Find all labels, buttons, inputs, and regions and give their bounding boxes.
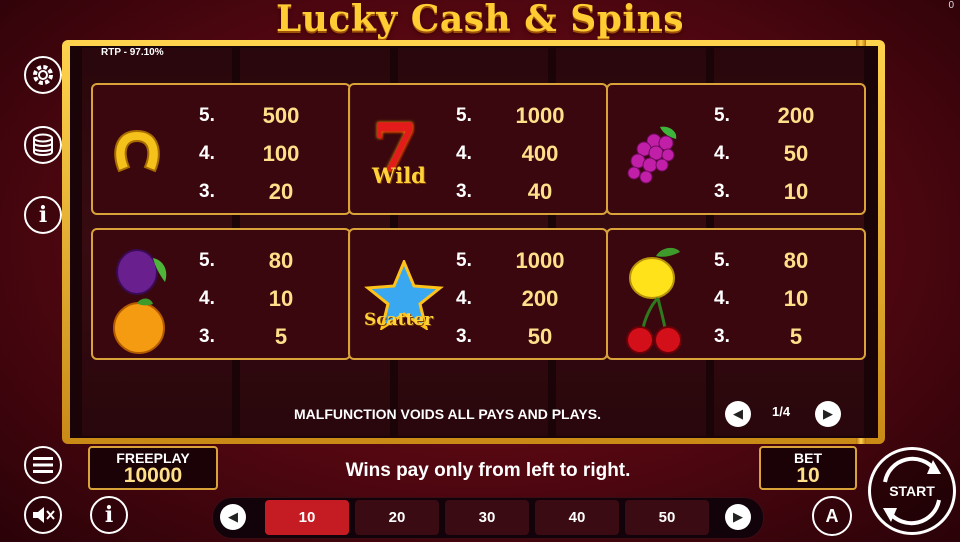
wild-label: Wild: [372, 163, 426, 188]
pay-value: 80: [783, 248, 809, 273]
pay-value: 20: [268, 179, 294, 204]
pay-count: 3.: [199, 326, 215, 347]
settings-button[interactable]: [24, 56, 62, 94]
bet-option[interactable]: 50: [625, 500, 709, 535]
bet-box: BET 10: [759, 446, 857, 490]
pay-count: 4.: [714, 143, 730, 164]
sound-toggle-button[interactable]: [24, 496, 62, 534]
game-title: Lucky Cash & Spins: [275, 0, 685, 40]
pay-value: 5: [789, 324, 803, 349]
pay-value: 100: [262, 141, 300, 166]
pay-value: 50: [783, 141, 809, 166]
pay-value: 40: [527, 179, 553, 204]
bet-option[interactable]: 20: [355, 500, 439, 535]
info-icon: i: [38, 202, 48, 228]
paytable-card-horseshoe: 5. 500 4. 100 3. 20: [91, 83, 351, 215]
gear-icon: [33, 65, 53, 85]
info-button[interactable]: i: [24, 196, 62, 234]
bet-option[interactable]: 40: [535, 500, 619, 535]
paytable-card-lemon-cherries: 5. 80 4. 10 3. 5: [606, 228, 866, 360]
start-label: START: [889, 483, 935, 499]
malfunction-disclaimer: MALFUNCTION VOIDS ALL PAYS AND PLAYS.: [294, 406, 601, 422]
pay-count: 4.: [714, 288, 730, 309]
prev-page-button[interactable]: ◀: [725, 401, 751, 427]
next-page-button[interactable]: ▶: [815, 401, 841, 427]
pay-count: 3.: [199, 181, 215, 202]
pay-value: 200: [777, 103, 815, 128]
pay-value: 5: [274, 324, 288, 349]
info-icon: i: [104, 502, 114, 528]
scatter-label: Scatter: [364, 310, 434, 330]
pay-count: 5.: [456, 105, 472, 126]
pay-value: 200: [521, 286, 559, 311]
pay-value: 10: [268, 286, 294, 311]
autoplay-label: A: [825, 505, 839, 526]
pay-count: 3.: [456, 181, 472, 202]
pay-count: 5.: [456, 250, 472, 271]
paytable-card-plum-orange: 5. 80 4. 10 3. 5: [91, 228, 351, 360]
wins-note: Wins pay only from left to right.: [345, 460, 631, 481]
pay-value: 10: [783, 179, 809, 204]
orange-icon: [113, 298, 165, 354]
grapes-icon: [627, 126, 677, 184]
bet-decrease-button[interactable]: ◀: [220, 504, 246, 530]
corner-counter: 0: [948, 0, 954, 11]
chevron-left-icon: ◀: [733, 406, 743, 421]
pay-count: 5.: [714, 250, 730, 271]
start-button[interactable]: START: [868, 447, 956, 535]
paytable-info-button[interactable]: i: [90, 496, 128, 534]
pay-value: 10: [783, 286, 809, 311]
pay-count: 4.: [199, 143, 215, 164]
pay-count: 3.: [714, 326, 730, 347]
chevron-right-icon: ▶: [823, 406, 833, 421]
paytable-card-wild: 7 Wild 5. 1000 4. 400 3. 40: [348, 83, 608, 215]
bet-value: 10: [796, 464, 820, 487]
freeplay-box: FREEPLAY 10000: [88, 446, 218, 490]
coin-stack-icon: [33, 133, 53, 156]
page-indicator: 1/4: [772, 404, 791, 419]
pay-value: 1000: [515, 103, 565, 128]
pay-value: 500: [262, 103, 300, 128]
bet-option[interactable]: 30: [445, 500, 529, 535]
paytable-card-scatter: Scatter 5. 1000 4. 200 3. 50: [348, 228, 608, 360]
paytable-card-grapes: 5. 200 4. 50 3. 10: [606, 83, 866, 215]
pay-count: 5.: [199, 105, 215, 126]
bet-option[interactable]: 10: [265, 500, 349, 535]
pay-count: 4.: [199, 288, 215, 309]
chevron-left-icon: ◀: [228, 509, 238, 524]
pay-count: 4.: [456, 143, 472, 164]
pay-value: 80: [268, 248, 294, 273]
chevron-right-icon: ▶: [733, 509, 743, 524]
pay-value: 400: [521, 141, 559, 166]
horseshoe-icon: [114, 129, 160, 173]
menu-button[interactable]: [24, 446, 62, 484]
pay-value: 50: [527, 324, 553, 349]
sound-muted-icon: [33, 507, 55, 523]
bet-increase-button[interactable]: ▶: [725, 504, 751, 530]
cherries-icon: [626, 296, 682, 354]
pay-count: 3.: [714, 181, 730, 202]
pay-count: 4.: [456, 288, 472, 309]
pay-count: 5.: [199, 250, 215, 271]
pay-count: 3.: [456, 326, 472, 347]
freeplay-value: 10000: [123, 464, 183, 487]
autoplay-button[interactable]: A: [812, 496, 852, 536]
pay-value: 1000: [515, 248, 565, 273]
rtp-label: RTP - 97.10%: [101, 47, 164, 58]
hamburger-menu-icon: [33, 457, 53, 473]
pay-count: 5.: [714, 105, 730, 126]
coins-button[interactable]: [24, 126, 62, 164]
